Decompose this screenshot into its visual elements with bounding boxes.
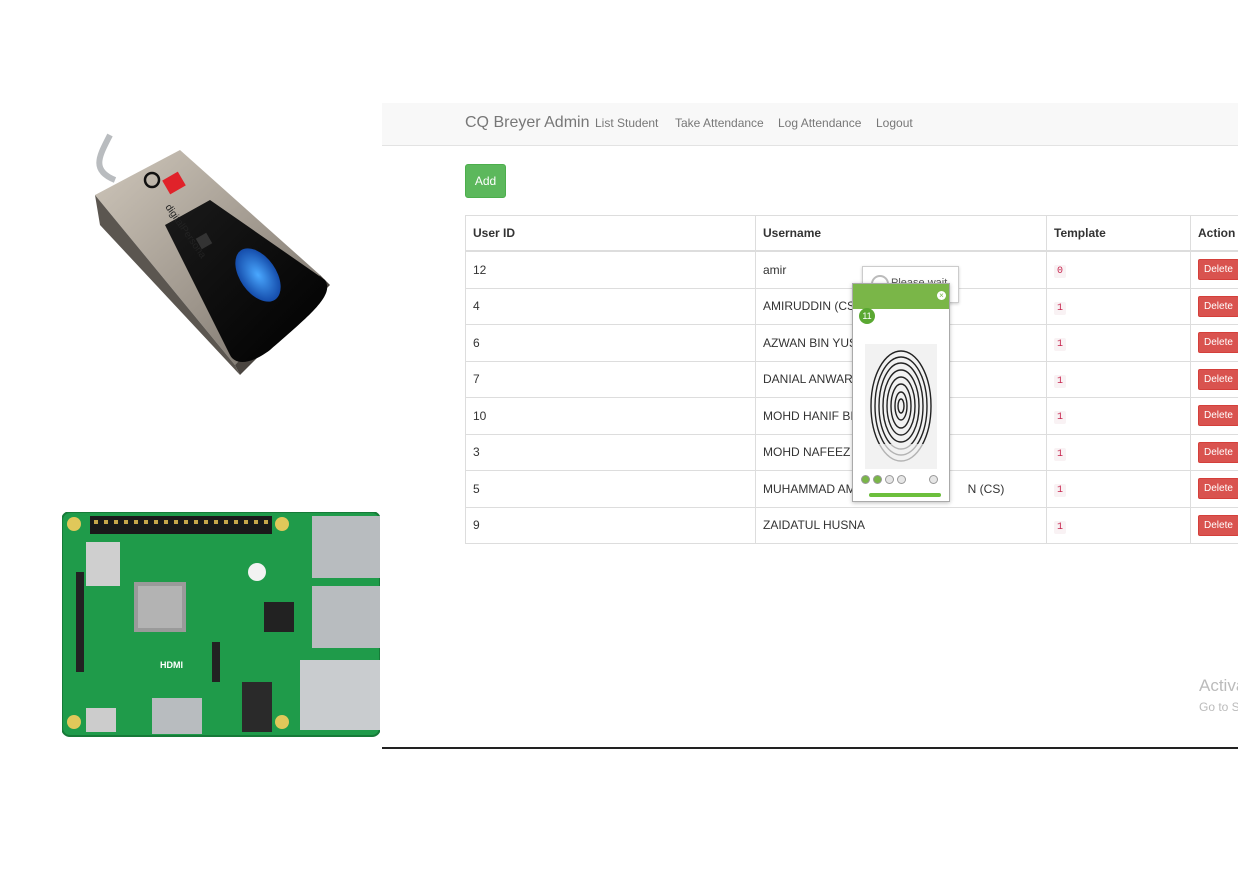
template-code: 1 — [1054, 520, 1067, 534]
template-code: 0 — [1054, 265, 1067, 279]
rpi-hdmi-label: HDMI — [160, 660, 183, 670]
cell-action: Delete — [1190, 250, 1238, 289]
template-code: 1 — [1054, 338, 1067, 352]
cell-template: 1 — [1046, 433, 1191, 471]
template-code: 1 — [1054, 411, 1067, 425]
delete-button[interactable]: Delete — [1198, 441, 1238, 463]
col-header-username: Username — [755, 215, 1047, 252]
cell-user-id: 10 — [465, 397, 756, 435]
capture-progress-bar — [869, 493, 941, 497]
cell-template: 1 — [1046, 470, 1191, 508]
admin-app-screenshot: CQ Breyer Admin List Student Take Attend… — [382, 103, 1238, 748]
capture-progress-fill — [869, 493, 941, 497]
capture-count-badge: 11 — [859, 308, 875, 324]
cell-action: Delete — [1190, 324, 1238, 362]
cell-action: Delete — [1190, 433, 1238, 471]
screenshot-bottom-border — [382, 747, 1238, 749]
capture-dot-4 — [897, 475, 906, 484]
template-code: 1 — [1054, 374, 1067, 388]
username-tail-text: N (CS) — [967, 481, 1005, 496]
raspberry-pi-photo: HDMI — [62, 512, 380, 737]
fingerprint-reader-photo: digitalPersona — [95, 133, 330, 375]
navbar: CQ Breyer Admin List Student Take Attend… — [382, 103, 1238, 146]
capture-dot-1 — [861, 475, 870, 484]
cell-user-id: 12 — [465, 250, 756, 289]
col-header-action: Action — [1190, 215, 1238, 252]
nav-log-attendance[interactable]: Log Attendance — [778, 116, 861, 130]
cell-template: 1 — [1046, 506, 1191, 544]
cell-action: Delete — [1190, 470, 1238, 508]
fingerprint-image — [865, 344, 937, 469]
capture-dot-3 — [885, 475, 894, 484]
cell-action: Delete — [1190, 397, 1238, 435]
activation-watermark-subtitle: Go to Se — [1199, 700, 1238, 714]
delete-button[interactable]: Delete — [1198, 405, 1238, 427]
nav-list-student[interactable]: List Student — [595, 116, 658, 130]
delete-button[interactable]: Delete — [1198, 295, 1238, 317]
delete-button[interactable]: Delete — [1198, 478, 1238, 500]
template-code: 1 — [1054, 301, 1067, 315]
cell-action: Delete — [1190, 287, 1238, 325]
cell-username: ZAIDATUL HUSNA — [755, 506, 1047, 544]
cell-user-id: 9 — [465, 506, 756, 544]
capture-dot-2 — [873, 475, 882, 484]
cell-user-id: 3 — [465, 433, 756, 471]
col-header-template: Template — [1046, 215, 1191, 252]
capture-dot-extra — [929, 475, 938, 484]
cell-action: Delete — [1190, 506, 1238, 544]
cell-template: 1 — [1046, 324, 1191, 362]
cell-user-id: 4 — [465, 287, 756, 325]
nav-logout[interactable]: Logout — [876, 116, 913, 130]
template-code: 1 — [1054, 447, 1067, 461]
col-header-user-id: User ID — [465, 215, 756, 252]
cell-action: Delete — [1190, 360, 1238, 398]
table-header-row: User ID Username Template Action — [465, 215, 1238, 252]
table-row: 9 ZAIDATUL HUSNA 1 Delete — [465, 506, 1238, 544]
cell-template: 0 — [1046, 250, 1191, 289]
add-button[interactable]: Add — [465, 164, 506, 198]
cell-template: 1 — [1046, 360, 1191, 398]
delete-button[interactable]: Delete — [1198, 332, 1238, 354]
brand-title[interactable]: CQ Breyer Admin — [465, 114, 589, 132]
template-code: 1 — [1054, 484, 1067, 498]
cell-user-id: 6 — [465, 324, 756, 362]
close-icon[interactable]: × — [937, 291, 946, 300]
cell-template: 1 — [1046, 397, 1191, 435]
cell-user-id: 5 — [465, 470, 756, 508]
nav-take-attendance[interactable]: Take Attendance — [675, 116, 764, 130]
delete-button[interactable]: Delete — [1198, 259, 1238, 281]
fingerprint-widget-header — [853, 284, 949, 309]
cell-template: 1 — [1046, 287, 1191, 325]
delete-button[interactable]: Delete — [1198, 514, 1238, 536]
delete-button[interactable]: Delete — [1198, 368, 1238, 390]
fingerprint-capture-widget: × 11 — [852, 283, 950, 502]
cell-user-id: 7 — [465, 360, 756, 398]
activation-watermark-title: Activa — [1199, 676, 1238, 695]
